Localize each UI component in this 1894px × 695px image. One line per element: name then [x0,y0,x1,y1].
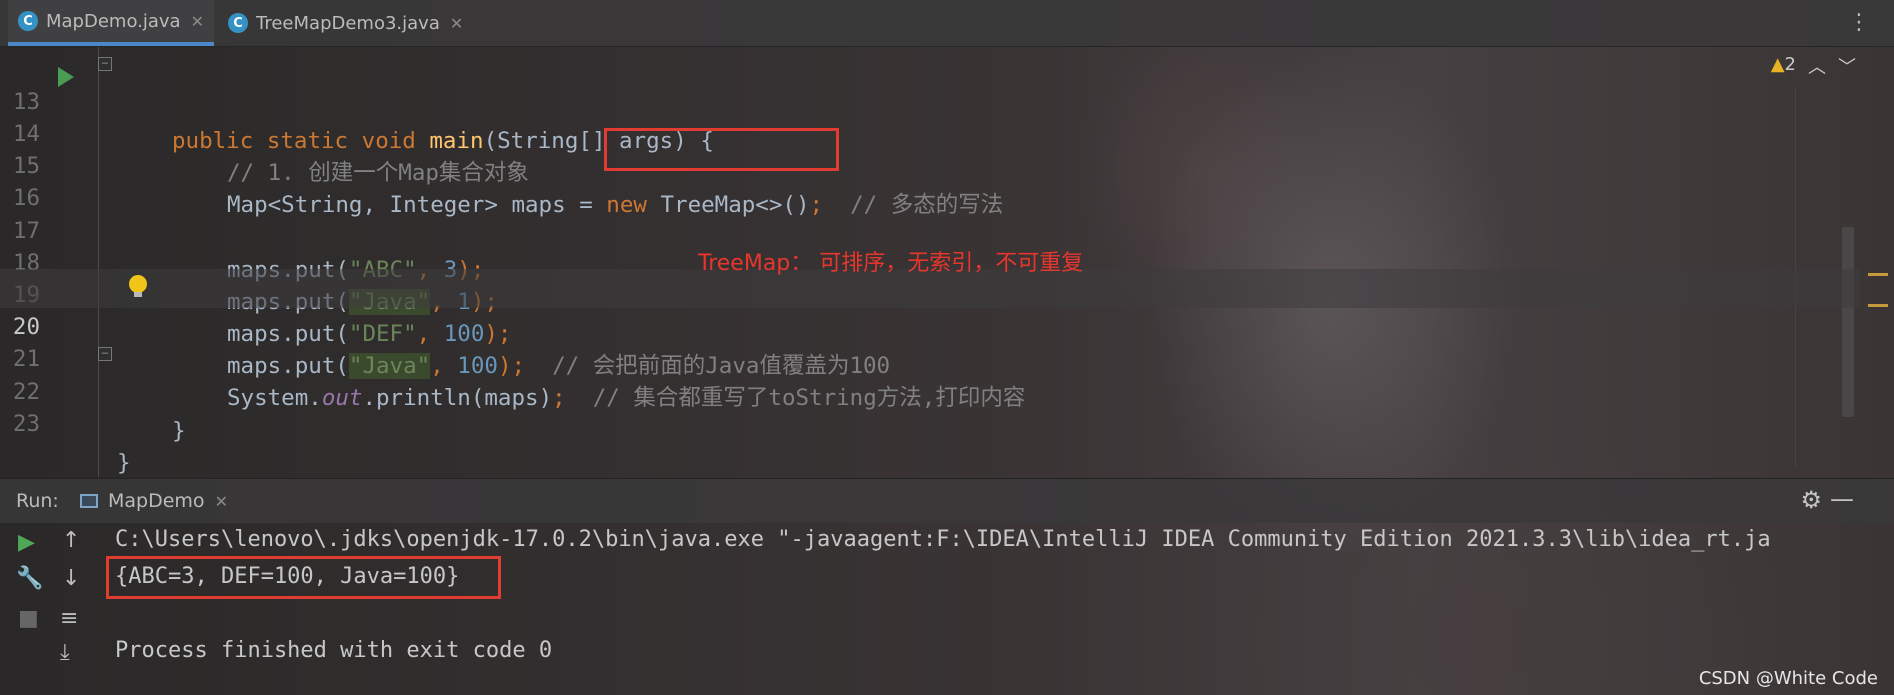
soft-wrap-icon[interactable]: ≡ [60,606,78,631]
code-editor[interactable]: ▲2 ︿ ﹀ 13 public static void main(String… [0,47,1894,477]
close-icon[interactable]: ✕ [450,14,463,33]
stop-icon[interactable]: ■ [18,606,39,631]
run-tab-label: MapDemo [108,490,205,512]
error-stripe-marker[interactable] [1868,304,1888,307]
lightbulb-icon[interactable] [129,275,147,297]
treemap-annotation: TreeMap： 可排序，无索引，不可重复 [698,251,1084,276]
tab-treemapdemo3[interactable]: C TreeMapDemo3.java ✕ [218,0,473,46]
error-stripe-marker[interactable] [1868,273,1888,276]
java-class-icon: C [18,11,38,31]
console-line: C:\Users\lenovo\.jdks\openjdk-17.0.2\bin… [115,527,1771,552]
line-number: 23 [12,411,40,437]
tab-label: MapDemo.java [46,10,181,32]
run-tab-mapdemo[interactable]: MapDemo ✕ [80,479,228,523]
wrench-icon[interactable]: 🔧 [16,566,43,591]
close-icon[interactable]: ✕ [191,12,204,31]
minimize-icon[interactable]: — [1830,485,1854,513]
run-toolbar: Run: MapDemo ✕ ⚙ — [0,478,1894,523]
highlight-box-output [106,556,501,599]
more-vertical-icon[interactable]: ⋮ [1848,10,1870,35]
highlight-box-treemap [604,128,839,171]
tab-mapdemo[interactable]: C MapDemo.java ✕ [8,0,214,46]
rerun-icon[interactable]: ▶ [18,530,35,555]
watermark: CSDN @White Code [1698,668,1878,689]
run-console[interactable]: ▶ ↑ 🔧 ↓ ■ ≡ ⤓ C:\Users\lenovo\.jdks\open… [0,522,1894,695]
scroll-to-end-icon[interactable]: ⤓ [60,640,70,665]
arrow-down-icon[interactable]: ↓ [62,566,80,591]
editor-tab-bar: C MapDemo.java ✕ C TreeMapDemo3.java ✕ ⋮ [0,0,1894,47]
java-class-icon: C [228,13,248,33]
gear-icon[interactable]: ⚙ [1800,486,1822,514]
close-icon[interactable]: ✕ [215,492,228,511]
fold-icon[interactable]: − [98,57,112,71]
console-line: Process finished with exit code 0 [115,638,553,663]
run-label: Run: [16,490,59,512]
tab-label: TreeMapDemo3.java [256,12,440,34]
code-line-23[interactable]: 23 } [0,366,1860,476]
fold-icon[interactable]: − [98,347,112,361]
code-token: } [172,418,186,444]
arrow-up-icon[interactable]: ↑ [62,528,80,553]
console-icon [80,494,98,508]
